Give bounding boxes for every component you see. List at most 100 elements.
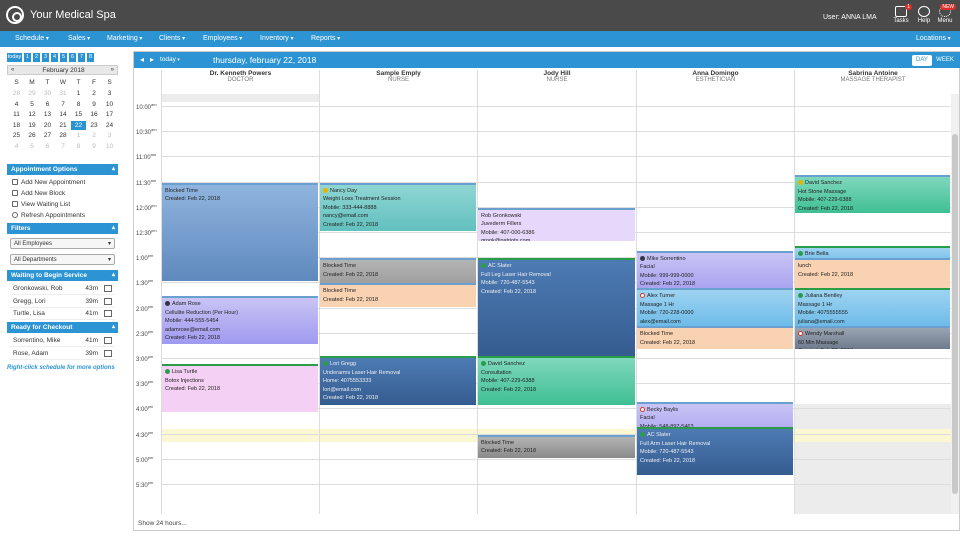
calendar-day[interactable]: 5 xyxy=(25,100,40,109)
appointment-block[interactable]: Adam Rose Cellulite Reduction (Per Hour) M… xyxy=(162,296,318,345)
calendar-day[interactable]: 7 xyxy=(56,100,71,109)
calendar-day[interactable]: 9 xyxy=(87,142,102,151)
calendar-day[interactable]: 3 xyxy=(102,89,117,98)
appointment-block[interactable]: Lisa Turtle Botox Injections Created: Feb … xyxy=(162,364,318,413)
appointment-block[interactable]: AC Slater Full Leg Laser Hair Removal Mobi… xyxy=(478,258,635,357)
calendar-day[interactable]: 18 xyxy=(9,121,24,130)
calendar-day[interactable]: 6 xyxy=(40,100,55,109)
calendar-day[interactable]: 8 xyxy=(71,100,86,109)
appointment-options-header[interactable]: Appointment Options xyxy=(7,164,118,175)
calendar-day[interactable]: 30 xyxy=(40,89,55,98)
month-button-3[interactable]: 3 xyxy=(42,53,49,62)
calendar-day[interactable]: 13 xyxy=(40,110,55,119)
calendar-day[interactable]: 2 xyxy=(87,89,102,98)
today-button[interactable]: today xyxy=(160,56,180,63)
calendar-day[interactable]: 31 xyxy=(56,89,71,98)
checkout-header[interactable]: Ready for Checkout xyxy=(7,322,118,333)
calendar-day[interactable]: 22 xyxy=(71,120,86,130)
department-filter-select[interactable]: All Departments xyxy=(10,254,115,265)
schedule-scrollbar[interactable] xyxy=(951,94,959,514)
calendar-day[interactable]: 29 xyxy=(25,89,40,98)
month-button-2[interactable]: 2 xyxy=(33,53,40,62)
month-button-4[interactable]: 4 xyxy=(51,53,58,62)
month-button-5[interactable]: 5 xyxy=(60,53,67,62)
nav-locations[interactable]: Locations xyxy=(916,35,951,42)
calendar-day[interactable]: 9 xyxy=(87,100,102,109)
next-month-button[interactable]: » xyxy=(111,67,114,73)
nav-employees[interactable]: Employees xyxy=(203,35,242,42)
view-waiting-list-option[interactable]: View Waiting List xyxy=(12,201,70,208)
show-24-hours-link[interactable]: Show 24 hours... xyxy=(138,520,187,527)
calendar-day[interactable]: 17 xyxy=(102,110,117,119)
month-button-1[interactable]: 1 xyxy=(24,53,31,62)
prev-day-button[interactable]: ◂ xyxy=(140,55,144,64)
month-today-button[interactable]: today xyxy=(7,53,22,62)
calendar-day[interactable]: 10 xyxy=(102,142,117,151)
scroll-thumb[interactable] xyxy=(952,134,958,494)
schedule-grid[interactable]: 10:00am 10:30am 11:00am 11:30am 12:00pm 12:30… xyxy=(134,94,951,514)
appointment-block[interactable]: David Sanchez Consultation Mobile: 407-229… xyxy=(478,356,635,405)
calendar-day[interactable]: 20 xyxy=(40,121,55,130)
calendar-day[interactable]: 14 xyxy=(56,110,71,119)
checkout-row[interactable]: Rose, Adam 39m xyxy=(10,349,115,360)
nav-schedule[interactable]: Schedule xyxy=(15,35,49,42)
filters-header[interactable]: Filters xyxy=(7,223,118,234)
next-day-button[interactable]: ▸ xyxy=(150,55,154,64)
calendar-day[interactable]: 16 xyxy=(87,110,102,119)
employee-filter-select[interactable]: All Employees xyxy=(10,238,115,249)
calendar-day[interactable]: 23 xyxy=(87,121,102,130)
calendar-day[interactable]: 21 xyxy=(56,121,71,130)
appointment-block[interactable]: Blocked Time Created: Feb 22, 2018 xyxy=(637,326,793,350)
waiting-row[interactable]: Gregg, Lori 39m xyxy=(10,297,115,308)
month-button-8[interactable]: 8 xyxy=(87,53,94,62)
appointment-block[interactable]: David Sanchez Hot Stone Massage Mobile: 40… xyxy=(795,175,950,214)
calendar-day[interactable]: 25 xyxy=(9,131,24,140)
appointment-block[interactable]: Nancy Day Weight Loss Treatment Session Mo… xyxy=(320,182,476,231)
calendar-day[interactable]: 28 xyxy=(56,131,71,140)
calendar-day[interactable]: 19 xyxy=(25,121,40,130)
week-view-button[interactable]: WEEK xyxy=(935,55,955,66)
calendar-day[interactable]: 24 xyxy=(102,121,117,130)
calendar-day[interactable]: 11 xyxy=(9,110,24,119)
add-appointment-option[interactable]: Add New Appointment xyxy=(12,179,85,186)
calendar-day[interactable]: 4 xyxy=(9,100,24,109)
calendar-day[interactable]: 6 xyxy=(40,142,55,151)
menu-button[interactable]: NEW Menu xyxy=(932,4,958,30)
calendar-day[interactable]: 27 xyxy=(40,131,55,140)
calendar-day[interactable]: 4 xyxy=(9,142,24,151)
calendar-day[interactable]: 10 xyxy=(102,100,117,109)
calendar-day[interactable]: 5 xyxy=(25,142,40,151)
appointment-block[interactable]: Wendy Marshall60 Min Massage Created: Feb… xyxy=(795,326,950,350)
calendar-day[interactable]: 8 xyxy=(71,142,86,151)
waiting-row[interactable]: Turtle, Lisa 41m xyxy=(10,309,115,320)
refresh-appointments-option[interactable]: Refresh Appointments xyxy=(12,212,85,219)
cart-icon[interactable] xyxy=(104,349,112,357)
checkout-row[interactable]: Sorrentino, Mike 41m xyxy=(10,336,115,347)
add-block-option[interactable]: Add New Block xyxy=(12,190,65,197)
nav-marketing[interactable]: Marketing xyxy=(107,35,142,42)
appointment-block[interactable]: Lori Gregg Underarms Laser Hair Removal Ho… xyxy=(320,356,476,405)
calendar-day[interactable]: 1 xyxy=(71,89,86,98)
calendar-icon[interactable] xyxy=(104,285,112,292)
nav-sales[interactable]: Sales xyxy=(68,35,90,42)
appointment-block[interactable]: AC Slater Full Arm Laser Hair Removal Mobi… xyxy=(637,427,793,476)
waiting-header[interactable]: Waiting to Begin Service xyxy=(7,270,118,281)
cart-icon[interactable] xyxy=(104,337,112,344)
calendar-day[interactable]: 1 xyxy=(71,131,86,140)
calendar-day[interactable]: 7 xyxy=(56,142,71,151)
calendar-day[interactable]: 26 xyxy=(25,131,40,140)
appointment-block[interactable]: Blocked Time Created: Feb 22, 2018 xyxy=(478,434,635,458)
day-view-button[interactable]: DAY xyxy=(912,55,932,66)
nav-inventory[interactable]: Inventory xyxy=(260,35,293,42)
calendar-day[interactable]: 15 xyxy=(71,110,86,119)
month-button-6[interactable]: 6 xyxy=(69,53,76,62)
nav-reports[interactable]: Reports xyxy=(311,35,340,42)
calendar-icon[interactable] xyxy=(104,310,112,317)
calendar-day[interactable]: 12 xyxy=(25,110,40,119)
calendar-day[interactable]: 28 xyxy=(9,89,24,98)
calendar-day[interactable]: 3 xyxy=(102,131,117,140)
nav-clients[interactable]: Clients xyxy=(159,35,185,42)
month-button-7[interactable]: 7 xyxy=(78,53,85,62)
appointment-block[interactable]: Blocked Time Created: Feb 22, 2018 xyxy=(320,283,476,307)
calendar-day[interactable]: 2 xyxy=(87,131,102,140)
